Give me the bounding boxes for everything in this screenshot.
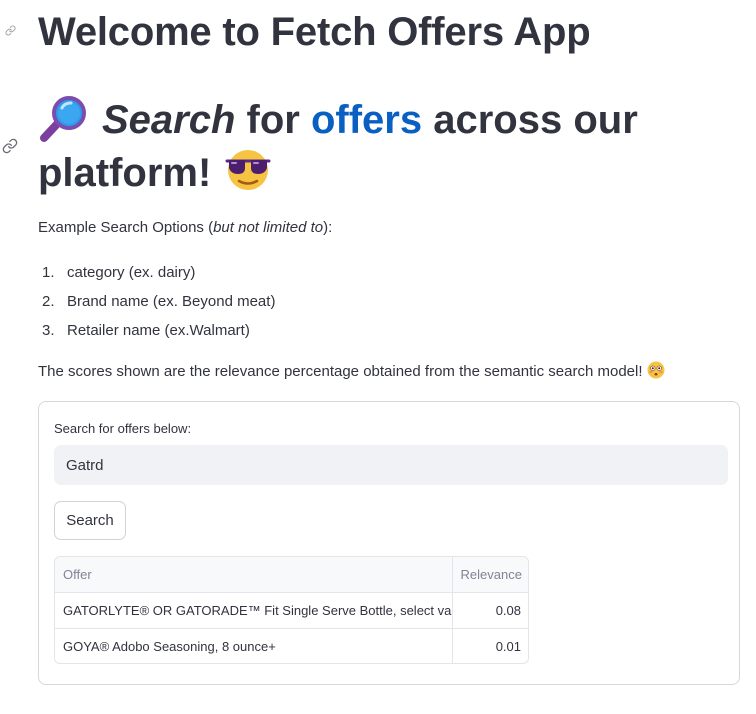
intro-italic: but not limited to: [213, 219, 324, 236]
results-table[interactable]: Offer Relevance GATORLYTE® OR GATORADE™ …: [54, 556, 529, 664]
list-item: 3. Retailer name (ex.Walmart): [38, 320, 275, 349]
heading-offers-word: offers: [310, 98, 423, 142]
title-anchor-link-icon[interactable]: [2, 22, 18, 38]
magnifier-icon: [40, 96, 86, 143]
app-title: Welcome to Fetch Offers App: [38, 10, 591, 54]
column-header-offer[interactable]: Offer: [55, 557, 452, 593]
column-header-relevance[interactable]: Relevance: [451, 557, 528, 593]
page: Welcome to Fetch Offers App Search for o…: [0, 0, 756, 714]
intro-prefix: Example Search Options (: [38, 219, 214, 236]
list-item: 1. category (ex. dairy): [38, 262, 275, 291]
table-header-row: Offer Relevance: [55, 557, 528, 593]
list-item-number: 2.: [42, 293, 55, 310]
sunglasses-face-icon: [225, 150, 271, 191]
relevance-cell[interactable]: 0.08: [451, 592, 528, 629]
list-item-text: Brand name (ex. Beyond meat): [67, 293, 276, 310]
page-heading: Search for offers across our platform!: [38, 94, 738, 200]
intro-suffix: ):: [323, 219, 333, 236]
relevance-cell[interactable]: 0.01: [451, 628, 528, 663]
example-options-list: 1. category (ex. dairy) 2. Brand name (ex.…: [38, 262, 275, 349]
flushed-face-icon: [647, 361, 664, 379]
list-item-text: category (ex. dairy): [67, 264, 196, 281]
table-row[interactable]: GOYA® Adobo Seasoning, 8 ounce+ 0.01: [55, 628, 528, 664]
heading-text-for: for: [235, 98, 311, 142]
heading-search-word: Search: [102, 98, 236, 142]
table-row[interactable]: GATORLYTE® OR GATORADE™ Fit Single Serve…: [55, 592, 528, 629]
scores-note: The scores shown are the relevance perce…: [38, 361, 665, 382]
search-input[interactable]: [54, 445, 728, 485]
search-input-label: Search for offers below:: [54, 421, 192, 436]
subtitle-anchor-link-icon[interactable]: [2, 138, 18, 154]
offer-cell[interactable]: GOYA® Adobo Seasoning, 8 ounce+: [55, 629, 452, 664]
example-intro: Example Search Options (but not limited …: [38, 218, 332, 238]
list-item-text: Retailer name (ex.Walmart): [67, 322, 250, 339]
list-item: 2. Brand name (ex. Beyond meat): [38, 291, 275, 320]
search-form: Search for offers below: Search Offer Re…: [38, 401, 740, 685]
scores-note-text: The scores shown are the relevance perce…: [38, 363, 643, 380]
search-button[interactable]: Search: [54, 501, 126, 540]
list-item-number: 3.: [42, 322, 55, 339]
offer-cell[interactable]: GATORLYTE® OR GATORADE™ Fit Single Serve…: [55, 592, 452, 629]
list-item-number: 1.: [42, 264, 55, 281]
